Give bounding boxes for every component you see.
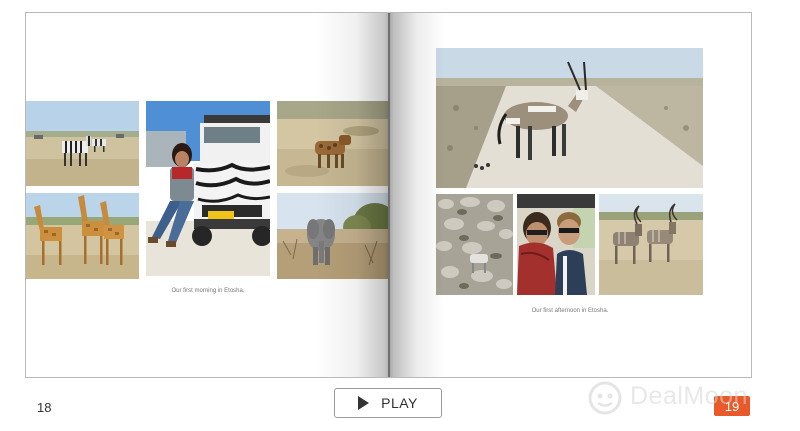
right-page-caption: Our first afternoon in Etosha. bbox=[531, 308, 609, 314]
left-page-caption: Our first morning in Etosha. bbox=[171, 288, 245, 294]
play-button[interactable]: PLAY bbox=[334, 388, 442, 418]
photo-rocky-hillside[interactable] bbox=[436, 194, 513, 295]
left-page-number: 18 bbox=[37, 400, 52, 415]
photo-hyena[interactable] bbox=[277, 101, 390, 186]
right-page: Our first afternoon in Etosha. bbox=[390, 13, 751, 377]
dealmoon-watermark: DealMoon bbox=[588, 380, 788, 416]
dealmoon-watermark-text: DealMoon bbox=[630, 382, 748, 410]
photo-woman-with-truck[interactable] bbox=[146, 101, 270, 276]
photo-book-spread: Our first morning in Etosha. Our first a… bbox=[25, 12, 752, 378]
photo-oryx-on-road[interactable] bbox=[436, 48, 703, 188]
left-page: Our first morning in Etosha. bbox=[26, 13, 390, 377]
photo-giraffes[interactable] bbox=[26, 193, 139, 279]
photo-elephant[interactable] bbox=[277, 193, 390, 279]
play-icon bbox=[358, 396, 370, 410]
dealmoon-logo-icon bbox=[588, 381, 622, 415]
photo-couple-selfie[interactable] bbox=[517, 194, 595, 295]
photo-zebras[interactable] bbox=[26, 101, 139, 186]
play-button-label: PLAY bbox=[381, 395, 418, 411]
photo-kudu-pair[interactable] bbox=[599, 194, 703, 295]
